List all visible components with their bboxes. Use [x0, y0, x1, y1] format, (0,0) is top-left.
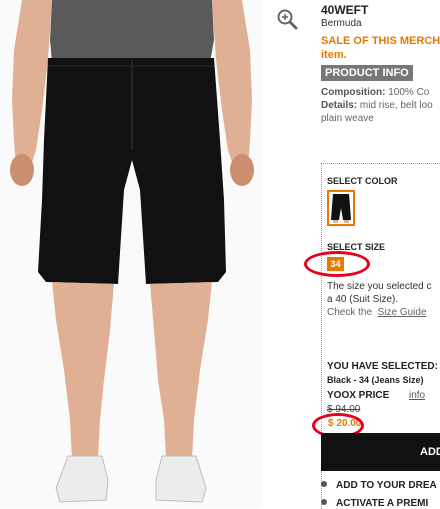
sale-notice: SALE OF THIS MERCHA item.: [321, 34, 440, 62]
swatch-thumbnail: [331, 194, 351, 223]
add-button-label: ADD: [420, 446, 440, 458]
bullet-icon: [321, 499, 327, 505]
product-info-text: Composition: 100% Co Details: mid rise, …: [321, 86, 440, 125]
original-price: $ 94.00: [327, 404, 361, 415]
dream-box-label: ADD TO YOUR DREA: [336, 480, 437, 491]
price-label: YOOX PRICE: [327, 390, 390, 401]
select-size-label: SELECT SIZE: [327, 242, 386, 252]
size-note-check: Check the: [327, 307, 373, 318]
bullet-icon: [321, 481, 327, 487]
details-value: mid rise, belt loo: [359, 100, 433, 111]
add-to-dream-box-link[interactable]: ADD TO YOUR DREA: [321, 480, 437, 491]
activate-premium-link[interactable]: ACTIVATE A PREMI: [321, 498, 428, 509]
size-note-line1: The size you selected c: [327, 281, 432, 292]
price-info-link[interactable]: info: [409, 390, 425, 401]
you-have-selected-label: YOU HAVE SELECTED:: [327, 361, 438, 372]
composition-value: 100% Co: [388, 87, 430, 98]
size-note-line2: a 40 (Suit Size).: [327, 294, 399, 305]
add-to-cart-button[interactable]: ADD: [321, 433, 440, 471]
product-image[interactable]: [0, 0, 262, 508]
sale-notice-line2: item.: [321, 49, 347, 61]
details-value-line2: plain weave: [321, 113, 374, 124]
model-photo: [0, 0, 262, 508]
details-label: Details:: [321, 100, 358, 111]
size-note: The size you selected c a 40 (Suit Size)…: [327, 280, 440, 319]
sale-notice-line1: SALE OF THIS MERCHA: [321, 35, 440, 47]
composition-label: Composition:: [321, 87, 386, 98]
color-swatch-black[interactable]: [327, 190, 355, 226]
select-color-label: SELECT COLOR: [327, 176, 398, 186]
size-guide-link[interactable]: Size Guide: [378, 307, 427, 318]
sale-price: $ 20.00: [328, 418, 362, 429]
size-option-34[interactable]: 34: [327, 257, 344, 271]
brand-name: 40WEFT: [321, 3, 369, 17]
premium-label: ACTIVATE A PREMI: [336, 498, 429, 509]
product-category: Bermuda: [321, 18, 362, 29]
zoom-in-icon[interactable]: [276, 8, 298, 30]
product-info-tab[interactable]: PRODUCT INFO: [321, 65, 413, 81]
selection-detail: Black - 34 (Jeans Size): [327, 375, 424, 385]
